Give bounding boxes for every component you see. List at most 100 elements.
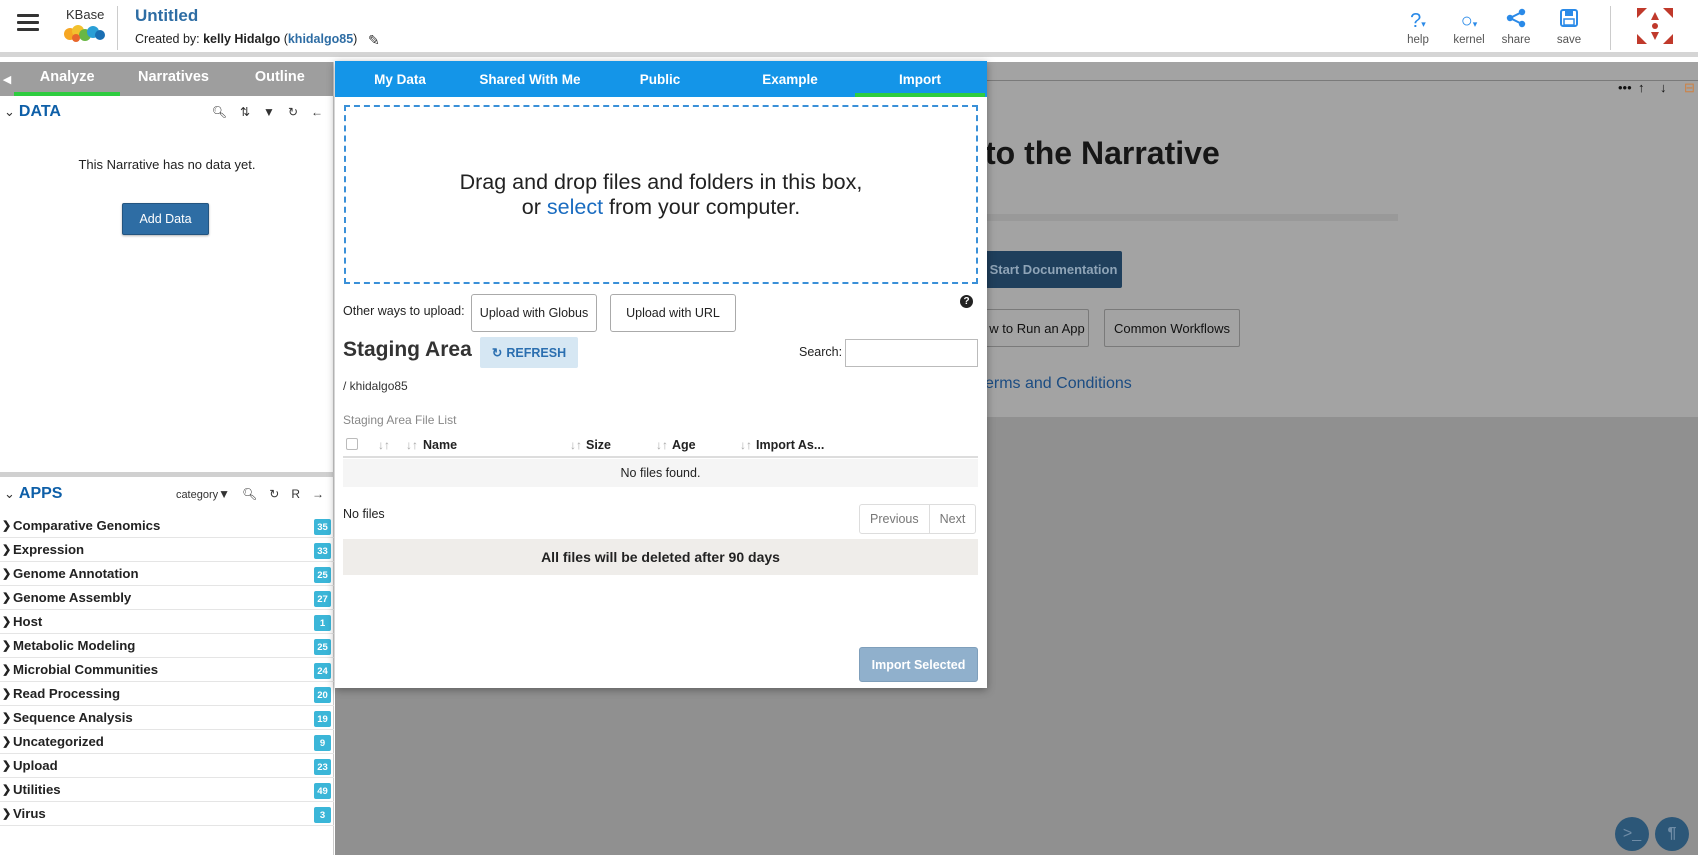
app-category-item[interactable]: ❯ Host 1 [0,610,334,634]
column-size[interactable]: Size [586,438,611,452]
logo-text: KBase [66,7,105,22]
help-button[interactable]: ?▾ help [1396,8,1440,46]
staging-search-input[interactable] [845,339,978,367]
sort-icon[interactable]: ⇅ [240,105,250,119]
upload-globus-button[interactable]: Upload with Globus [471,294,597,332]
arrow-right-icon[interactable]: → [312,487,324,501]
add-data-button[interactable]: Add Data [122,203,209,235]
arrow-up-icon[interactable]: ↑ [1638,80,1645,95]
tab-my-data[interactable]: My Data [335,61,465,97]
pagination: Previous Next [859,504,977,534]
run-app-button[interactable]: w to Run an App [985,309,1089,347]
app-category-list: ❯ Comparative Genomics 35 ❯ Expression 33 ❯ Gen… [0,514,334,826]
app-category-label: Expression [13,542,85,557]
app-category-item[interactable]: ❯ Utilities 49 [0,778,334,802]
tab-analyze[interactable]: Analyze [14,62,121,96]
tab-public[interactable]: Public [595,61,725,97]
app-count-badge: 1 [314,615,331,631]
collapse-arrow-icon[interactable]: ◀ [0,62,14,96]
help-icon: ?▾ [1410,10,1426,32]
tab-import[interactable]: Import [855,61,985,97]
help-label: help [1407,34,1429,46]
app-category-item[interactable]: ❯ Sequence Analysis 19 [0,706,334,730]
app-category-item[interactable]: ❯ Metabolic Modeling 25 [0,634,334,658]
apps-panel-header: ⌄ APPS category▼ 🔍︎ ↻ R → [0,478,334,510]
refresh-button[interactable]: ↻ REFRESH [480,337,578,368]
user-avatar-icon[interactable] [1635,6,1679,48]
arrow-left-icon[interactable]: ← [311,105,323,119]
share-button[interactable]: share [1494,8,1538,46]
tab-outline[interactable]: Outline [227,62,333,96]
chevron-down-icon[interactable]: ⌄ [4,104,15,120]
next-button[interactable]: Next [928,505,976,533]
app-category-label: Virus [13,806,46,821]
drop-line-2-rest: from your computer. [609,194,801,219]
kernel-button[interactable]: ○▾ kernel [1447,8,1491,46]
r-toggle[interactable]: R [291,487,300,501]
more-icon[interactable]: ••• [1618,80,1632,95]
staging-path[interactable]: / khidalgo85 [343,379,408,393]
other-ways-label: Other ways to upload: [343,304,465,318]
file-drop-zone[interactable]: Drag and drop files and folders in this … [344,105,978,284]
app-count-badge: 35 [314,519,331,535]
refresh-icon[interactable]: ↻ [269,487,279,501]
app-category-item[interactable]: ❯ Upload 23 [0,754,334,778]
app-category-item[interactable]: ❯ Genome Annotation 25 [0,562,334,586]
terminal-icon[interactable]: >_ [1615,817,1649,851]
workflows-button[interactable]: Common Workflows [1104,309,1240,347]
tab-shared-with-me[interactable]: Shared With Me [465,61,595,97]
refresh-icon[interactable]: ↻ [288,105,298,119]
select-files-link[interactable]: select [547,195,603,219]
search-icon[interactable]: 🔍︎ [242,487,257,501]
welcome-rule [985,214,1398,221]
category-filter[interactable]: category▼ [176,487,230,501]
chevron-right-icon: ❯ [2,808,12,820]
previous-button[interactable]: Previous [860,505,929,533]
header-divider [117,6,118,50]
sort-icon[interactable]: ↓↑ [378,438,390,452]
pilcrow-icon[interactable]: ¶ [1655,817,1689,851]
creator-user-link[interactable]: khidalgo85 [288,32,353,46]
app-category-label: Genome Assembly [13,590,132,605]
kbase-logo[interactable]: KBase [62,7,110,47]
drop-line-1: Drag and drop files and folders in this … [459,169,863,194]
arrow-down-icon[interactable]: ↓ [1660,80,1667,95]
import-selected-button[interactable]: Import Selected [859,647,978,682]
chevron-right-icon: ❯ [2,640,12,652]
chevron-right-icon: ❯ [2,544,12,556]
app-category-item[interactable]: ❯ Comparative Genomics 35 [0,514,334,538]
sort-icon[interactable]: ↓↑ [656,438,668,452]
pencil-icon[interactable]: ✎ [368,32,380,49]
drop-line-2: or select from your computer. [522,195,800,220]
tab-example[interactable]: Example [725,61,855,97]
column-import-as[interactable]: Import As... [756,438,824,452]
menu-icon[interactable] [17,14,39,32]
chevron-right-icon: ❯ [2,688,12,700]
documentation-button[interactable]: Start Documentation [985,251,1122,288]
app-category-item[interactable]: ❯ Genome Assembly 27 [0,586,334,610]
sort-icon[interactable]: ↓↑ [406,438,418,452]
chevron-down-icon[interactable]: ⌄ [4,486,15,502]
filter-icon[interactable]: ▼ [263,105,275,119]
tab-narratives[interactable]: Narratives [120,62,226,96]
app-category-item[interactable]: ❯ Virus 3 [0,802,334,826]
app-category-item[interactable]: ❯ Uncategorized 9 [0,730,334,754]
side-panel: ◀ Analyze Narratives Outline ⌄ DATA 🔍︎ ⇅… [0,62,334,855]
narrative-title[interactable]: Untitled [135,6,198,26]
created-by: Created by: kelly Hidalgo (khidalgo85) [135,32,358,46]
panel-divider[interactable] [0,472,334,477]
app-category-item[interactable]: ❯ Microbial Communities 24 [0,658,334,682]
upload-url-button[interactable]: Upload with URL [610,294,736,332]
column-name[interactable]: Name [423,438,457,452]
terms-link[interactable]: erms and Conditions [985,375,1132,393]
help-icon[interactable]: ? [960,295,973,308]
sort-icon[interactable]: ↓↑ [740,438,752,452]
column-age[interactable]: Age [672,438,696,452]
sort-icon[interactable]: ↓↑ [570,438,582,452]
select-all-checkbox[interactable] [346,438,358,450]
save-button[interactable]: save [1547,8,1591,46]
app-category-item[interactable]: ❯ Read Processing 20 [0,682,334,706]
search-icon[interactable]: 🔍︎ [212,105,227,119]
app-category-item[interactable]: ❯ Expression 33 [0,538,334,562]
collapse-icon[interactable]: ⊟ [1684,80,1695,96]
